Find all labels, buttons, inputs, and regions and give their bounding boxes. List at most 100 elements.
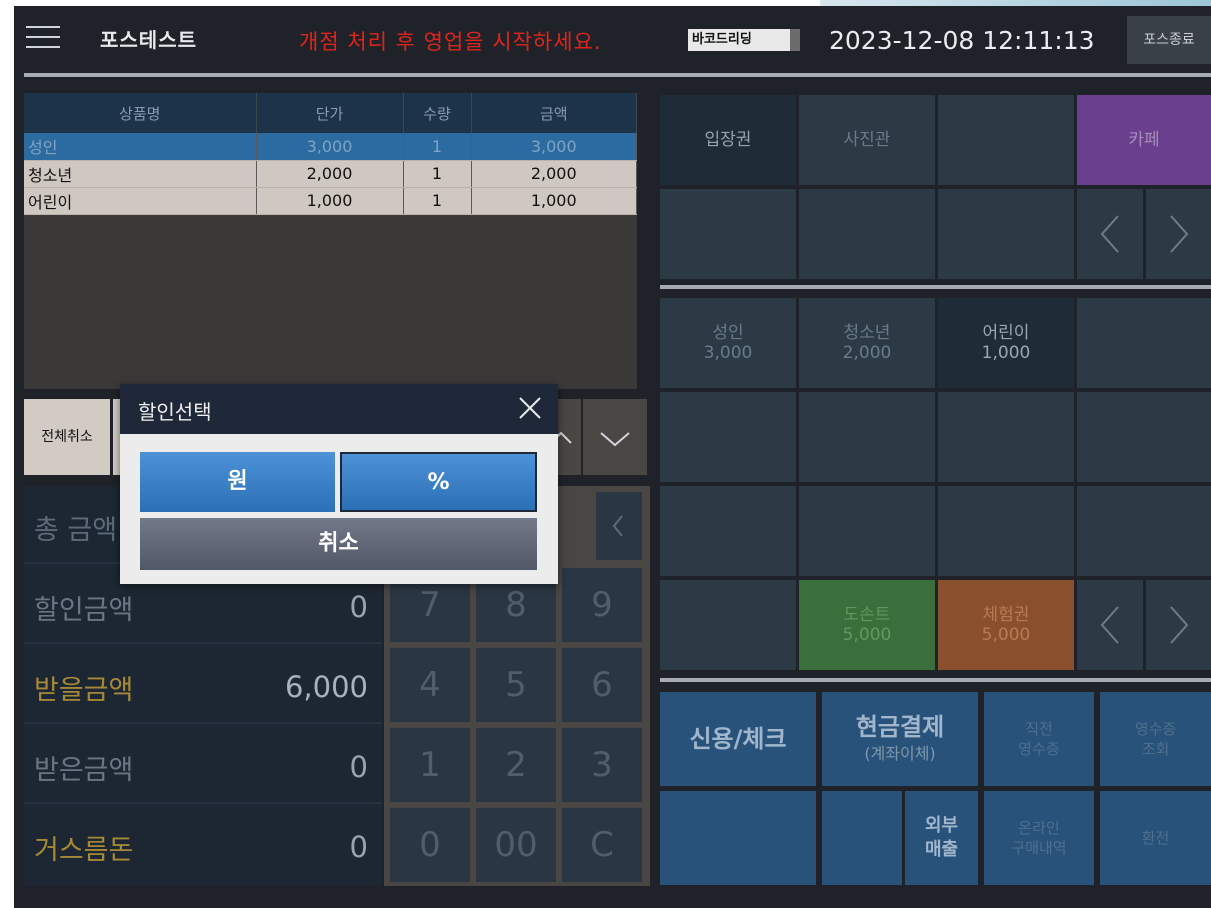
datetime-display: 2023-12-08 12:11:13 (829, 26, 1095, 55)
action-slot[interactable] (822, 791, 902, 885)
pos-screen: 포스테스트 개점 처리 후 영업을 시작하세요. 바코드리딩 2023-12-0… (14, 6, 1211, 908)
product-price: 2,000 (842, 343, 892, 363)
product-price: 3,000 (703, 343, 753, 363)
dialog-cancel-button[interactable]: 취소 (140, 518, 537, 570)
discount-dialog: 할인선택 원 % 취소 (120, 384, 558, 584)
keypad-key-2[interactable]: 2 (476, 728, 556, 802)
opening-notice: 개점 처리 후 영업을 시작하세요. (299, 30, 602, 54)
button-line-2: 매출 (924, 839, 959, 860)
discount-label: 할인금액 (34, 595, 134, 626)
column-header-price: 단가 (256, 93, 404, 133)
app-title: 포스테스트 (100, 28, 197, 52)
category-slot[interactable] (660, 189, 796, 279)
cell-qty: 1 (403, 187, 472, 215)
category-next-button[interactable] (1146, 189, 1211, 279)
cash-payment-button[interactable]: 현금결제 (계좌이체) (822, 692, 978, 786)
dialog-header: 할인선택 (120, 384, 558, 434)
tab-empty[interactable] (938, 95, 1074, 185)
discount-value: 0 (349, 590, 368, 624)
product-price: 5,000 (981, 625, 1031, 645)
product-name: 체험권 (982, 605, 1030, 625)
cell-price: 2,000 (256, 160, 404, 188)
keypad-key-00[interactable]: 00 (476, 808, 556, 882)
refund-button[interactable]: 환전 (1100, 791, 1211, 885)
tab-admission[interactable]: 입장권 (660, 95, 796, 185)
button-line-1: 영수증 (1134, 720, 1177, 738)
card-payment-button[interactable]: 신용/체크 (660, 692, 816, 786)
product-slot[interactable] (660, 580, 796, 670)
product-prev-button[interactable] (1077, 580, 1143, 670)
dialog-title: 할인선택 (138, 400, 212, 424)
divider (24, 73, 1211, 77)
cell-amount: 1,000 (471, 187, 637, 215)
backspace-key[interactable] (596, 492, 642, 560)
cash-sublabel: (계좌이체) (864, 744, 936, 763)
chevron-left-icon (612, 515, 623, 537)
scroll-down-button[interactable] (583, 399, 647, 475)
prev-receipt-button[interactable]: 직전 영수증 (984, 692, 1094, 786)
category-slot[interactable] (938, 189, 1074, 279)
online-purchase-button[interactable]: 온라인 구매내역 (984, 791, 1094, 885)
cell-qty: 1 (403, 133, 472, 161)
external-sales-button[interactable]: 외부 매출 (905, 791, 978, 885)
product-slot[interactable] (799, 392, 935, 482)
cell-amount: 2,000 (471, 160, 637, 188)
product-name: 어린이 (982, 323, 1030, 343)
keypad-key-9[interactable]: 9 (562, 568, 642, 642)
product-slot[interactable] (1077, 298, 1211, 388)
close-icon[interactable] (514, 392, 546, 424)
table-row[interactable]: 어린이 1,000 1 1,000 (24, 187, 637, 215)
barcode-reading-badge[interactable]: 바코드리딩 (688, 29, 800, 51)
product-name: 도손트 (843, 605, 891, 625)
product-slot[interactable] (1077, 392, 1211, 482)
button-line-1: 외부 (924, 815, 959, 836)
menu-icon[interactable] (26, 26, 60, 50)
cell-price: 3,000 (256, 133, 404, 161)
keypad-key-1[interactable]: 1 (390, 728, 470, 802)
cancel-all-button[interactable]: 전체취소 (24, 399, 110, 475)
receipt-lookup-button[interactable]: 영수증 조회 (1100, 692, 1211, 786)
cell-amount: 3,000 (471, 133, 637, 161)
product-slot[interactable] (1077, 486, 1211, 576)
action-slot[interactable] (660, 791, 816, 885)
keypad-key-3[interactable]: 3 (562, 728, 642, 802)
change-row: 거스름돈 0 (24, 806, 382, 884)
product-slot[interactable] (799, 486, 935, 576)
discount-won-button[interactable]: 원 (140, 452, 335, 512)
product-donut[interactable]: 도손트 5,000 (799, 580, 935, 670)
product-adult[interactable]: 성인 3,000 (660, 298, 796, 388)
keypad-key-6[interactable]: 6 (562, 648, 642, 722)
chevron-down-icon (600, 432, 630, 447)
divider (660, 678, 1211, 682)
product-experience[interactable]: 체험권 5,000 (938, 580, 1074, 670)
button-line-1: 직전 (1025, 720, 1053, 738)
divider (660, 285, 1211, 289)
product-slot[interactable] (938, 486, 1074, 576)
product-slot[interactable] (660, 486, 796, 576)
discount-percent-button[interactable]: % (340, 452, 537, 512)
due-label: 받을금액 (34, 675, 134, 706)
tab-cafe[interactable]: 카페 (1077, 95, 1211, 185)
category-prev-button[interactable] (1077, 189, 1143, 279)
chevron-right-icon (1169, 606, 1188, 644)
product-child[interactable]: 어린이 1,000 (938, 298, 1074, 388)
keypad-key-5[interactable]: 5 (476, 648, 556, 722)
pos-exit-button[interactable]: 포스종료 (1127, 16, 1211, 64)
product-price: 1,000 (981, 343, 1031, 363)
keypad-key-clear[interactable]: C (562, 808, 642, 882)
order-table: 상품명 단가 수량 금액 성인 3,000 1 3,000 청소년 2,000 … (24, 93, 637, 215)
change-label: 거스름돈 (34, 835, 134, 866)
keypad-key-4[interactable]: 4 (390, 648, 470, 722)
product-next-button[interactable] (1146, 580, 1211, 670)
table-row[interactable]: 성인 3,000 1 3,000 (24, 133, 637, 161)
product-youth[interactable]: 청소년 2,000 (799, 298, 935, 388)
product-slot[interactable] (938, 392, 1074, 482)
tab-photo-studio[interactable]: 사진관 (799, 95, 935, 185)
category-slot[interactable] (799, 189, 935, 279)
cell-name: 성인 (24, 133, 257, 161)
keypad-key-0[interactable]: 0 (390, 808, 470, 882)
product-slot[interactable] (660, 392, 796, 482)
chevron-right-icon (1169, 215, 1188, 253)
table-row[interactable]: 청소년 2,000 1 2,000 (24, 160, 637, 188)
due-value: 6,000 (284, 670, 368, 704)
